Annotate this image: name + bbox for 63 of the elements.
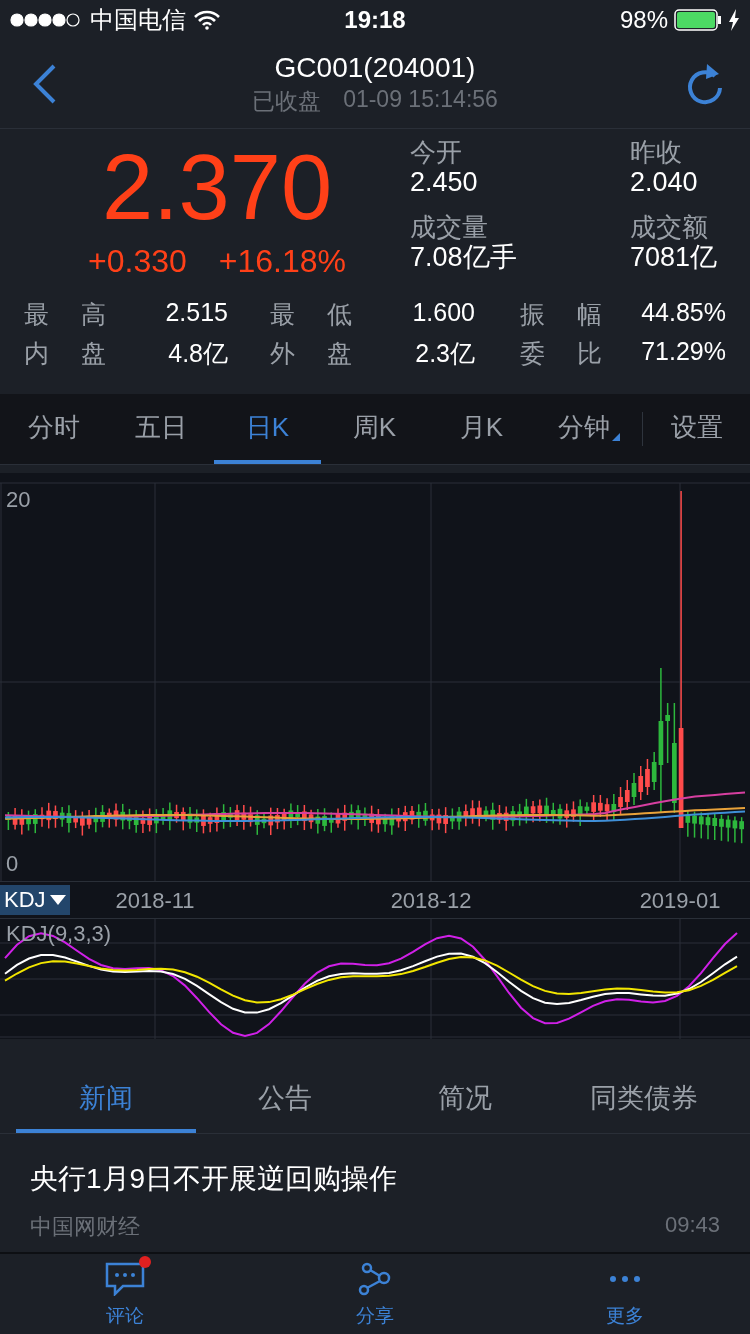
battery-icon [674,9,722,31]
share-icon [357,1261,393,1296]
last-price: 2.370 [101,137,333,237]
info-tab[interactable]: 简况 [375,1067,555,1133]
chart-tab[interactable]: 日K [214,394,321,464]
stat-value: 2.515 [164,298,228,328]
stat-value: 71.29% [640,337,726,367]
news-time: 09:43 [664,1212,720,1239]
charging-icon [728,9,740,31]
x-axis-label: 2018-11 [115,888,195,914]
stat-label: 振 幅 [519,299,603,330]
refresh-icon [685,62,725,106]
dropdown-icon [611,433,620,441]
bottom-nav-item[interactable]: 更多 [500,1254,750,1334]
indicator-dropdown[interactable]: KDJ [0,885,70,915]
quote-label: 成交额 [630,211,709,242]
quote-value: 2.450 [410,167,479,197]
info-tab[interactable]: 同类债券 [554,1067,734,1133]
stat-value: 2.3亿 [414,338,475,369]
stat-label: 委 比 [519,338,603,369]
news-headline[interactable]: 央行1月9日不开展逆回购操作 [30,1160,720,1198]
update-time: 01-09 15:14:56 [343,85,498,114]
stat-label: 最 高 [24,299,107,330]
price-change: +0.330 [88,243,187,280]
bottom-nav-item[interactable]: 分享 [250,1254,500,1334]
indicator-label: KDJ(9,3,3) [6,921,112,947]
info-tab[interactable]: 公告 [195,1067,375,1133]
stat-value: 4.8亿 [167,338,228,369]
clock-time: 19:18 [344,6,406,34]
chart-tab[interactable]: 分时 [0,394,107,464]
settings-tab[interactable]: 设置 [643,394,750,464]
carrier-name: 中国电信 [90,5,186,35]
market-status: 已收盘 [252,86,322,116]
news-source: 中国网财经 [30,1213,140,1241]
stat-label: 最 低 [269,299,353,330]
info-tab[interactable]: 新闻 [16,1067,196,1133]
caret-icon [49,895,66,905]
chart-tab[interactable]: 五日 [107,394,214,464]
quote-label: 成交量 [410,211,489,242]
stat-value: 44.85% [640,298,726,328]
chart-tab[interactable]: 周K [321,394,428,464]
x-axis-label: 2018-12 [390,888,472,914]
chart-tab[interactable]: 分钟 [535,394,642,464]
quote-label: 今开 [410,137,463,167]
quote-value: 2.040 [630,167,699,197]
more-icon [610,1275,640,1282]
security-title: GC001(204001) [274,51,476,84]
signal-icon [10,13,82,27]
x-axis-label: 2019-01 [639,888,721,914]
stat-label: 外 盘 [269,338,353,369]
wifi-icon [194,10,220,30]
quote-label: 昨收 [630,137,683,167]
stat-label: 内 盘 [24,338,107,369]
quote-value: 7.08亿手 [410,241,518,272]
battery-percent: 98% [619,6,668,34]
y-axis-label: 0 [6,851,19,877]
quote-value: 7081亿 [630,241,719,272]
chat-icon [105,1261,145,1296]
stat-value: 1.600 [411,298,475,328]
change-percent: +16.18% [218,243,346,280]
bottom-nav-item[interactable]: 评论 [0,1254,250,1334]
chart-tab[interactable]: 月K [428,394,535,464]
y-axis-label: 20 [6,487,31,513]
